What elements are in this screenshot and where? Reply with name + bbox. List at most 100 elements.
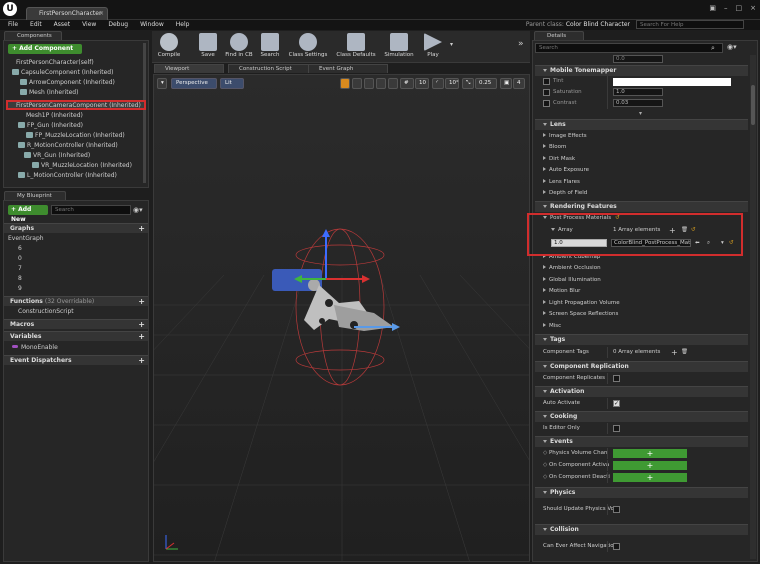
find-in-cb-button[interactable]: Find in CB bbox=[224, 33, 254, 58]
tint-checkbox[interactable] bbox=[543, 78, 550, 85]
lens-item[interactable]: Bloom bbox=[535, 142, 748, 153]
collision-header[interactable]: Collision bbox=[535, 524, 748, 535]
search-button[interactable]: Search bbox=[258, 33, 282, 58]
render-item[interactable]: Motion Blur bbox=[535, 286, 748, 297]
translate-mode-icon[interactable] bbox=[340, 78, 350, 89]
menu-help[interactable]: Help bbox=[176, 20, 190, 30]
activation-header[interactable]: Activation bbox=[535, 386, 748, 397]
notification-icon[interactable]: ▣ bbox=[709, 4, 716, 12]
scale-mode-icon[interactable] bbox=[364, 78, 374, 89]
tab-viewport[interactable]: Viewport bbox=[154, 64, 224, 73]
scale-snap-value[interactable]: 0.25 bbox=[475, 78, 497, 89]
toolbar-overflow-icon[interactable]: » bbox=[518, 39, 524, 49]
viewport-scene[interactable] bbox=[154, 75, 530, 562]
add-component-button[interactable]: + Add Component bbox=[8, 44, 82, 54]
graph-node-item[interactable]: 8 bbox=[18, 274, 22, 283]
tree-item-vr-muzzle[interactable]: VR_MuzzleLocation (Inherited) bbox=[32, 161, 132, 170]
event-dispatchers-section[interactable]: Event Dispatchers + bbox=[4, 355, 148, 365]
rotation-snap-value[interactable]: 10° bbox=[445, 78, 459, 89]
details-scrollbar[interactable] bbox=[750, 55, 756, 559]
render-item[interactable]: Ambient Occlusion bbox=[535, 263, 748, 274]
physics-header[interactable]: Physics bbox=[535, 487, 748, 498]
world-local-icon[interactable] bbox=[376, 78, 386, 89]
menu-file[interactable]: File bbox=[8, 20, 18, 30]
lens-header[interactable]: Lens bbox=[535, 119, 748, 130]
event-graph-item[interactable]: EventGraph bbox=[8, 234, 44, 243]
contrast-value[interactable]: 0.03 bbox=[613, 99, 663, 107]
minimize-icon[interactable]: – bbox=[724, 4, 728, 12]
help-search-input[interactable]: Search For Help bbox=[636, 20, 744, 29]
close-tab-icon[interactable]: × bbox=[99, 8, 104, 20]
add-variable-icon[interactable]: + bbox=[138, 332, 145, 341]
saturation-value[interactable]: 1.0 bbox=[613, 88, 663, 96]
document-tab[interactable]: FirstPersonCharacter × bbox=[26, 7, 108, 20]
tree-item-self[interactable]: FirstPersonCharacter(self) bbox=[16, 58, 94, 67]
graph-node-item[interactable]: 6 bbox=[18, 244, 22, 253]
viewport[interactable]: ▾ Perspective Lit # 10 ◜ 10° ⤡ 0.25 ▣ 4 bbox=[153, 74, 530, 562]
add-element-icon[interactable]: + bbox=[671, 347, 678, 358]
view-options-icon[interactable]: ◉▾ bbox=[727, 43, 737, 51]
delete-icon[interactable]: 🗑 bbox=[681, 347, 688, 358]
auto-activate-checkbox[interactable]: ✓ bbox=[613, 400, 620, 407]
add-event-button[interactable]: + bbox=[613, 473, 687, 482]
play-button[interactable]: Play bbox=[420, 33, 446, 58]
play-options-icon[interactable]: ▾ bbox=[450, 41, 453, 48]
components-tab[interactable]: Components bbox=[4, 31, 62, 40]
contrast-checkbox[interactable] bbox=[543, 100, 550, 107]
maximize-icon[interactable]: □ bbox=[736, 4, 743, 12]
add-new-button[interactable]: + Add New bbox=[8, 205, 48, 223]
tree-item-arrow[interactable]: ArrowComponent (Inherited) bbox=[20, 78, 115, 87]
details-tab[interactable]: Details bbox=[534, 31, 584, 40]
rendering-features-header[interactable]: Rendering Features bbox=[535, 201, 748, 212]
perspective-button[interactable]: Perspective bbox=[171, 78, 217, 89]
lens-item[interactable]: Lens Flares bbox=[535, 177, 748, 188]
menu-debug[interactable]: Debug bbox=[108, 20, 128, 30]
class-settings-button[interactable]: Class Settings bbox=[286, 33, 330, 58]
tree-item-first-person-camera[interactable]: FirstPersonCameraComponent (Inherited) bbox=[6, 100, 146, 110]
should-update-physics-checkbox[interactable] bbox=[613, 506, 620, 513]
add-function-icon[interactable]: + bbox=[138, 297, 145, 306]
variables-section[interactable]: Variables + bbox=[4, 331, 148, 341]
tags-header[interactable]: Tags bbox=[535, 334, 748, 345]
can-ever-affect-navigation-checkbox[interactable] bbox=[613, 543, 620, 550]
cooking-header[interactable]: Cooking bbox=[535, 411, 748, 422]
mobile-tonemapper-header[interactable]: Mobile Tonemapper bbox=[535, 65, 748, 76]
graph-node-item[interactable]: 9 bbox=[18, 284, 22, 293]
menu-view[interactable]: View bbox=[82, 20, 96, 30]
graph-node-item[interactable]: 0 bbox=[18, 254, 22, 263]
macros-section[interactable]: Macros + bbox=[4, 319, 148, 329]
component-replicates-checkbox[interactable] bbox=[613, 375, 620, 382]
add-dispatcher-icon[interactable]: + bbox=[138, 356, 145, 365]
add-graph-icon[interactable]: + bbox=[138, 224, 145, 233]
lens-item[interactable]: Image Effects bbox=[535, 131, 748, 142]
parent-class-value[interactable]: Color Blind Character bbox=[566, 21, 630, 28]
saturation-checkbox[interactable] bbox=[543, 89, 550, 96]
surface-snap-icon[interactable] bbox=[388, 78, 398, 89]
render-item[interactable]: Light Propagation Volume bbox=[535, 298, 748, 309]
variable-item[interactable]: MonoEnable bbox=[12, 343, 58, 352]
lit-button[interactable]: Lit bbox=[220, 78, 244, 89]
render-item[interactable]: Screen Space Reflections bbox=[535, 309, 748, 320]
rotate-mode-icon[interactable] bbox=[352, 78, 362, 89]
tree-item-fp-gun[interactable]: FP_Gun (Inherited) bbox=[18, 121, 83, 130]
details-search-input[interactable]: Search bbox=[535, 43, 723, 53]
graphs-section[interactable]: Graphs + bbox=[4, 223, 148, 233]
render-item[interactable]: Misc bbox=[535, 321, 748, 332]
render-item[interactable]: Global Illumination bbox=[535, 275, 748, 286]
tree-item-r-motion[interactable]: R_MotionController (Inherited) bbox=[18, 141, 118, 150]
grid-snap-icon[interactable]: # bbox=[400, 78, 414, 89]
tree-item-l-motion[interactable]: L_MotionController (Inherited) bbox=[18, 171, 117, 180]
menu-asset[interactable]: Asset bbox=[54, 20, 70, 30]
components-scrollbar[interactable] bbox=[143, 43, 146, 183]
class-defaults-button[interactable]: Class Defaults bbox=[334, 33, 378, 58]
details-scrollbar-thumb[interactable] bbox=[751, 85, 755, 125]
view-options-icon[interactable]: ◉▾ bbox=[133, 206, 143, 214]
functions-section[interactable]: Functions (32 Overridable) + bbox=[4, 296, 148, 306]
lens-item[interactable]: Depth of Field bbox=[535, 188, 748, 199]
close-window-icon[interactable]: × bbox=[750, 4, 756, 12]
construction-script-item[interactable]: ConstructionScript bbox=[18, 307, 74, 316]
save-button[interactable]: Save bbox=[196, 33, 220, 58]
is-editor-only-checkbox[interactable] bbox=[613, 425, 620, 432]
tree-item-capsule[interactable]: CapsuleComponent (Inherited) bbox=[12, 68, 113, 77]
tree-item-fp-muzzle[interactable]: FP_MuzzleLocation (Inherited) bbox=[26, 131, 125, 140]
